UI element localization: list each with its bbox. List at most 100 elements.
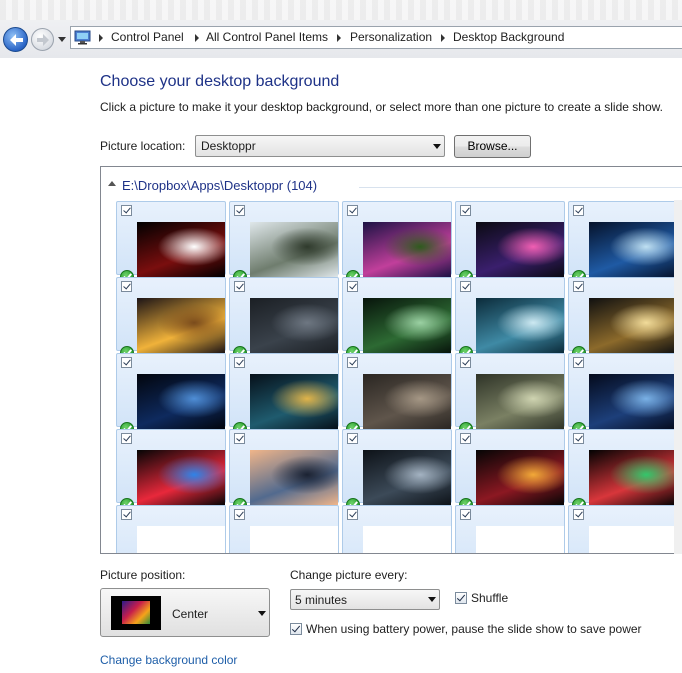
thumbnail-image-lego-troopers (250, 374, 338, 429)
picture-position-value: Center (172, 607, 209, 621)
thumbnail-checkbox[interactable] (460, 281, 471, 292)
back-arrow-icon (10, 34, 23, 46)
wallpaper-thumbnail[interactable] (229, 353, 339, 436)
breadcrumb-control-panel[interactable]: Control Panel (111, 30, 184, 44)
wallpaper-thumbnail[interactable] (568, 429, 678, 512)
wallpaper-thumbnail[interactable] (342, 505, 452, 553)
wallpaper-thumbnail[interactable] (116, 277, 226, 360)
shuffle-checkbox[interactable] (455, 592, 467, 604)
thumbnail-image-green-forest-creature (363, 298, 451, 353)
wallpaper-thumbnail[interactable] (568, 201, 678, 284)
back-button[interactable] (3, 27, 28, 52)
wallpaper-thumbnail[interactable] (342, 429, 452, 512)
thumbnail-checkbox[interactable] (121, 205, 132, 216)
wallpaper-thumbnail[interactable] (116, 201, 226, 284)
wallpaper-thumbnail[interactable] (229, 505, 339, 553)
wallpaper-thumbnail[interactable] (455, 277, 565, 360)
page-description: Click a picture to make it your desktop … (100, 100, 663, 114)
wallpaper-thumbnail[interactable] (455, 505, 565, 553)
breadcrumb-separator-icon (337, 34, 341, 42)
vertical-scrollbar[interactable] (674, 200, 682, 554)
chevron-down-icon (258, 611, 266, 616)
control-panel-icon (74, 30, 91, 45)
navigation-bar: Control Panel All Control Panel Items Pe… (0, 0, 682, 58)
wallpaper-thumbnail[interactable] (116, 429, 226, 512)
wallpaper-thumbnail[interactable] (568, 277, 678, 360)
picture-position-label: Picture position: (100, 568, 186, 582)
thumbnail-checkbox[interactable] (573, 357, 584, 368)
thumbnail-image-rainbow-spectrum (137, 450, 225, 505)
page-title: Choose your desktop background (100, 73, 340, 90)
thumbnail-checkbox[interactable] (573, 281, 584, 292)
thumbnail-checkbox[interactable] (121, 357, 132, 368)
breadcrumb-personalization[interactable]: Personalization (350, 30, 432, 44)
change-interval-value: 5 minutes (295, 593, 348, 607)
collapse-group-icon[interactable] (108, 181, 116, 186)
thumbnail-checkbox[interactable] (347, 205, 358, 216)
wallpaper-thumbnail[interactable] (455, 201, 565, 284)
thumbnail-checkbox[interactable] (234, 357, 245, 368)
picture-panel: E:\Dropbox\Apps\Desktoppr (104) (100, 166, 682, 554)
thumbnail-image-planet-horizon (589, 222, 677, 277)
thumbnail-image-purple-sunset-field (363, 222, 451, 277)
browse-button[interactable]: Browse... (454, 135, 531, 158)
wallpaper-thumbnail[interactable] (455, 429, 565, 512)
thumbnail-checkbox[interactable] (121, 281, 132, 292)
recent-pages-dropdown-icon[interactable] (58, 35, 66, 43)
wallpaper-thumbnail[interactable] (342, 353, 452, 436)
thumbnail-checkbox[interactable] (347, 357, 358, 368)
wallpaper-thumbnail[interactable] (568, 505, 678, 553)
wallpaper-thumbnail[interactable] (342, 201, 452, 284)
thumbnail-checkbox[interactable] (573, 509, 584, 520)
picture-location-dropdown[interactable]: Desktoppr (195, 135, 445, 157)
thumbnail-checkbox[interactable] (347, 509, 358, 520)
address-bar[interactable]: Control Panel All Control Panel Items Pe… (70, 26, 682, 49)
thumbnail-image-row5-col1 (137, 526, 225, 553)
wallpaper-thumbnail[interactable] (568, 353, 678, 436)
thumbnail-checkbox[interactable] (234, 281, 245, 292)
breadcrumb-separator-icon (441, 34, 445, 42)
picture-position-dropdown[interactable]: Center (100, 588, 270, 637)
thumbnail-checkbox[interactable] (347, 433, 358, 444)
thumbnail-image-tree-sunrise (589, 298, 677, 353)
thumbnail-image-row5-col3 (363, 526, 451, 553)
shuffle-label: Shuffle (471, 591, 509, 605)
thumbnail-checkbox[interactable] (460, 433, 471, 444)
change-interval-dropdown[interactable]: 5 minutes (290, 589, 440, 610)
wallpaper-thumbnail[interactable] (455, 353, 565, 436)
window-top-strip (0, 0, 682, 20)
thumbnail-image-row5-col4 (476, 526, 564, 553)
wallpaper-thumbnail[interactable] (229, 201, 339, 284)
thumbnail-checkbox[interactable] (234, 509, 245, 520)
breadcrumb-separator-icon (99, 34, 103, 42)
picture-location-value: Desktoppr (201, 139, 256, 153)
forward-button[interactable] (31, 28, 54, 51)
thumbnail-image-eiffel-tower-city (250, 222, 338, 277)
wallpaper-thumbnail[interactable] (342, 277, 452, 360)
group-divider (359, 187, 682, 188)
picture-location-label: Picture location: (100, 139, 186, 153)
thumbnail-checkbox[interactable] (460, 205, 471, 216)
position-preview (111, 596, 161, 630)
wallpaper-thumbnail[interactable] (229, 429, 339, 512)
battery-pause-checkbox[interactable] (290, 623, 302, 635)
thumbnail-image-row5-col2 (250, 526, 338, 553)
folder-group-title: E:\Dropbox\Apps\Desktoppr (104) (122, 178, 318, 193)
thumbnail-image-earth-space (137, 374, 225, 429)
thumbnail-checkbox[interactable] (347, 281, 358, 292)
change-background-color-link[interactable]: Change background color (100, 653, 237, 667)
thumbnail-checkbox[interactable] (234, 433, 245, 444)
thumbnail-checkbox[interactable] (460, 357, 471, 368)
thumbnail-checkbox[interactable] (573, 205, 584, 216)
wallpaper-thumbnail[interactable] (116, 353, 226, 436)
breadcrumb-all-items[interactable]: All Control Panel Items (206, 30, 328, 44)
wallpaper-thumbnail[interactable] (116, 505, 226, 553)
thumbnail-checkbox[interactable] (121, 509, 132, 520)
thumbnail-checkbox[interactable] (121, 433, 132, 444)
breadcrumb-desktop-background[interactable]: Desktop Background (453, 30, 564, 44)
breadcrumb-separator-icon (195, 34, 199, 42)
thumbnail-checkbox[interactable] (460, 509, 471, 520)
wallpaper-thumbnail[interactable] (229, 277, 339, 360)
thumbnail-checkbox[interactable] (234, 205, 245, 216)
thumbnail-checkbox[interactable] (573, 433, 584, 444)
